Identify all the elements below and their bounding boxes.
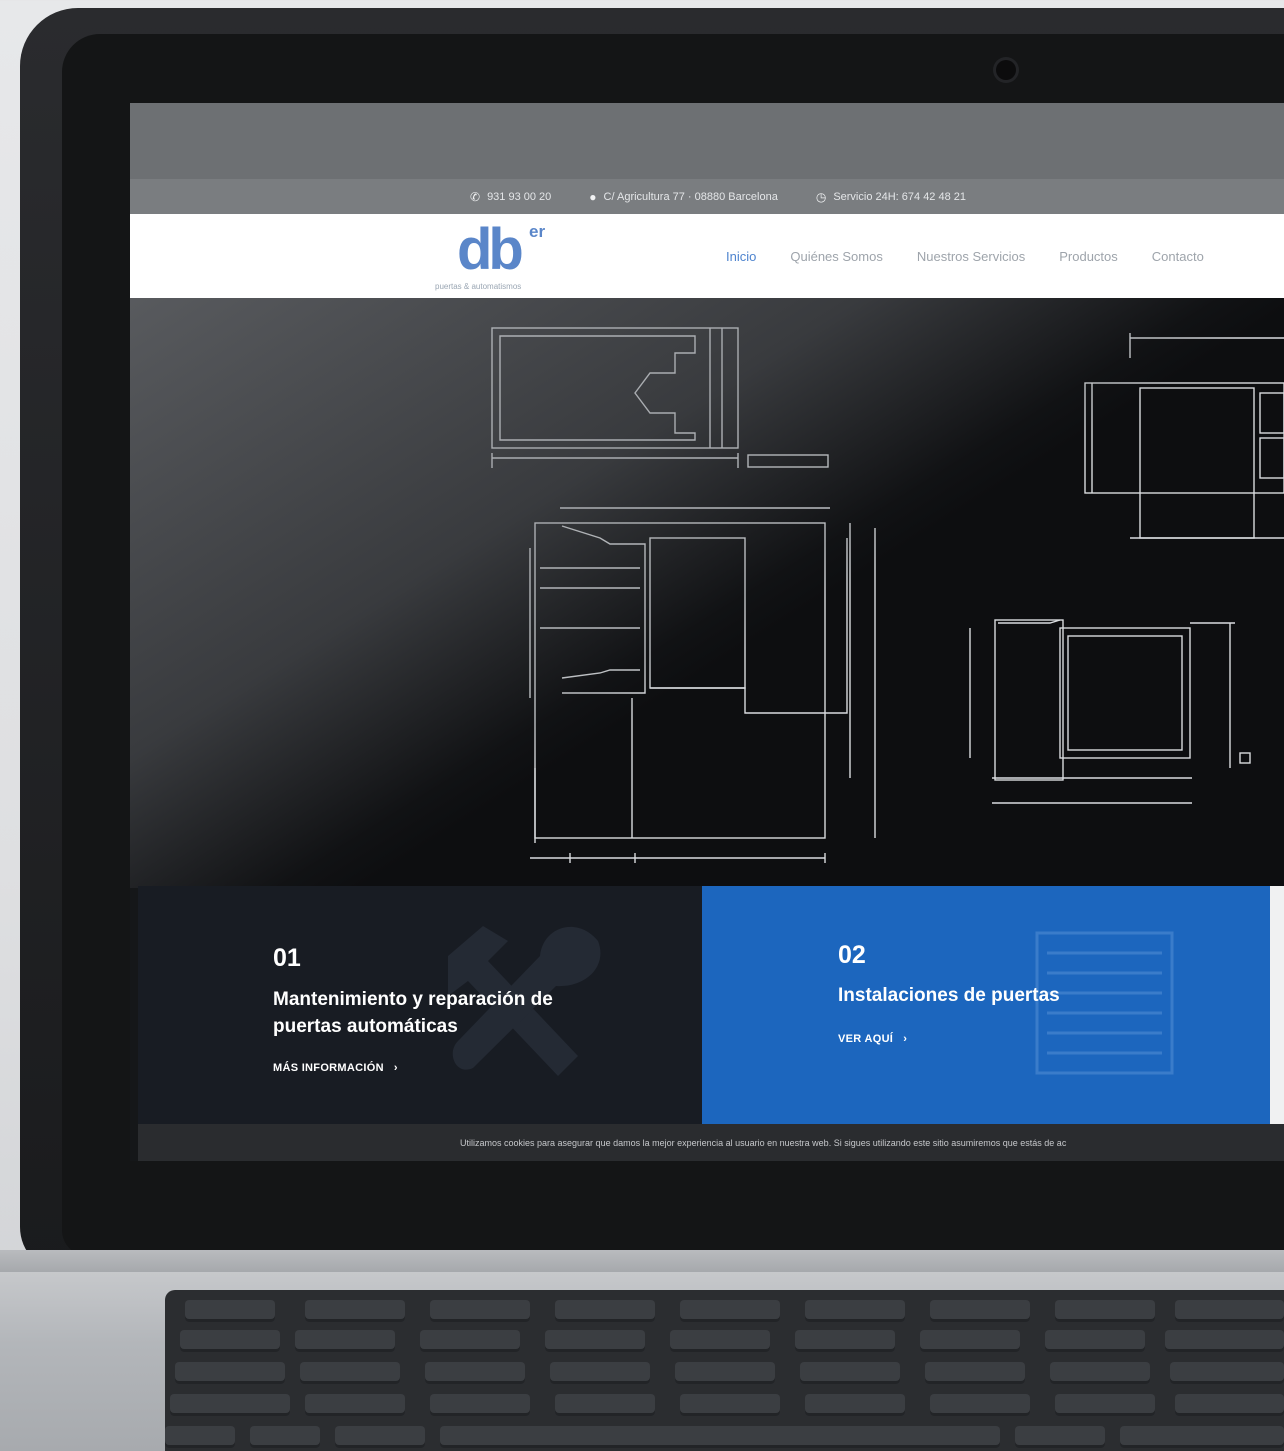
nav-item-nuestros-servicios[interactable]: Nuestros Servicios — [917, 249, 1025, 264]
keyboard-key — [420, 1330, 520, 1352]
keyboard-key — [430, 1394, 530, 1416]
keyboard-key — [675, 1362, 775, 1384]
logo-mark: db — [457, 217, 524, 282]
keyboard-key — [680, 1300, 780, 1322]
screen-glare — [130, 298, 1284, 888]
webcam — [996, 60, 1016, 80]
nav-item-productos[interactable]: Productos — [1059, 249, 1118, 264]
nav-item-quienes-somos[interactable]: Quiénes Somos — [790, 249, 883, 264]
contact-service: ◷ Servicio 24H: 674 42 48 21 — [816, 190, 966, 204]
keyboard-key — [165, 1426, 235, 1448]
phone-icon: ✆ — [470, 189, 481, 204]
contact-bar: ✆ 931 93 00 20 ● C/ Agricultura 77 · 088… — [130, 179, 1284, 214]
keyboard-key — [1120, 1426, 1284, 1448]
site-header: db er puertas & automatismos Inicio Quié… — [130, 214, 1284, 298]
card-number: 01 — [273, 944, 301, 972]
contact-service-text: Servicio 24H: 674 42 48 21 — [833, 190, 967, 203]
keyboard-key — [550, 1362, 650, 1384]
keyboard-key — [1055, 1300, 1155, 1322]
keyboard-key — [795, 1330, 895, 1352]
card-title: Mantenimiento y reparación de puertas au… — [273, 989, 553, 1037]
keyboard-key — [305, 1394, 405, 1416]
keyboard-key — [930, 1394, 1030, 1416]
keyboard-key — [295, 1330, 395, 1352]
keyboard-key — [185, 1300, 275, 1322]
keyboard-key — [1045, 1330, 1145, 1352]
keyboard-key — [305, 1300, 405, 1322]
keyboard-key — [425, 1362, 525, 1384]
keyboard-key — [555, 1394, 655, 1416]
hero-banner — [130, 298, 1284, 888]
keyboard-key — [300, 1362, 400, 1384]
chevron-right-icon: › — [896, 1033, 908, 1045]
service-card-installation[interactable]: 02 Instalaciones de puertas VER AQUÍ › — [702, 886, 1270, 1124]
keyboard-key — [800, 1362, 900, 1384]
keyboard — [165, 1290, 1284, 1451]
service-card-maintenance[interactable]: 01 Mantenimiento y reparación de puertas… — [138, 886, 702, 1124]
cookie-notice-text: Utilizamos cookies para asegurar que dam… — [460, 1137, 1067, 1148]
keyboard-key — [545, 1330, 645, 1352]
cookie-notice: Utilizamos cookies para asegurar que dam… — [138, 1124, 1284, 1161]
keyboard-key — [555, 1300, 655, 1322]
keyboard-key — [335, 1426, 425, 1448]
contact-phone[interactable]: ✆ 931 93 00 20 — [470, 190, 551, 204]
logo-tagline: puertas & automatismos — [435, 282, 522, 291]
keyboard-key — [670, 1330, 770, 1352]
keyboard-key — [925, 1362, 1025, 1384]
logo-superscript: er — [529, 222, 546, 241]
contact-address-text: C/ Agricultura 77 · 08880 Barcelona — [603, 190, 778, 203]
keyboard-key — [1050, 1362, 1150, 1384]
main-nav: Inicio Quiénes Somos Nuestros Servicios … — [726, 214, 1204, 298]
keyboard-key — [430, 1300, 530, 1322]
nav-item-contacto[interactable]: Contacto — [1152, 249, 1204, 264]
site-logo[interactable]: db er puertas & automatismos — [435, 220, 577, 292]
keyboard-key — [250, 1426, 320, 1448]
keyboard-key — [1055, 1394, 1155, 1416]
laptop-screen: ✆ 931 93 00 20 ● C/ Agricultura 77 · 088… — [130, 103, 1284, 1161]
keyboard-key — [1165, 1330, 1284, 1352]
service-card-partial — [1270, 886, 1284, 1124]
chevron-right-icon: › — [387, 1062, 398, 1074]
service-cards: 01 Mantenimiento y reparación de puertas… — [138, 886, 1284, 1124]
keyboard-key — [805, 1394, 905, 1416]
keyboard-key — [1175, 1394, 1284, 1416]
browser-top-band — [130, 103, 1284, 179]
card-number: 02 — [838, 941, 866, 969]
contact-address: ● C/ Agricultura 77 · 08880 Barcelona — [589, 190, 778, 204]
see-here-label: VER AQUÍ — [838, 1033, 894, 1045]
card-title: Instalaciones de puertas — [838, 985, 1060, 1006]
keyboard-key — [920, 1330, 1020, 1352]
keyboard-key — [175, 1362, 285, 1384]
nav-item-inicio[interactable]: Inicio — [726, 249, 756, 264]
keyboard-key — [1170, 1362, 1284, 1384]
map-pin-icon: ● — [589, 189, 597, 204]
keyboard-key — [180, 1330, 280, 1352]
keyboard-key — [805, 1300, 905, 1322]
keyboard-key — [1175, 1300, 1284, 1322]
keyboard-key — [170, 1394, 290, 1416]
keyboard-key — [440, 1426, 1000, 1448]
keyboard-key — [680, 1394, 780, 1416]
keyboard-key — [1015, 1426, 1105, 1448]
contact-phone-text: 931 93 00 20 — [487, 190, 552, 203]
keyboard-key — [930, 1300, 1030, 1322]
see-here-link[interactable]: VER AQUÍ › — [838, 1033, 907, 1045]
more-info-link[interactable]: MÁS INFORMACIÓN › — [273, 1062, 398, 1074]
clock-icon: ◷ — [815, 189, 827, 204]
more-info-label: MÁS INFORMACIÓN — [273, 1062, 384, 1074]
